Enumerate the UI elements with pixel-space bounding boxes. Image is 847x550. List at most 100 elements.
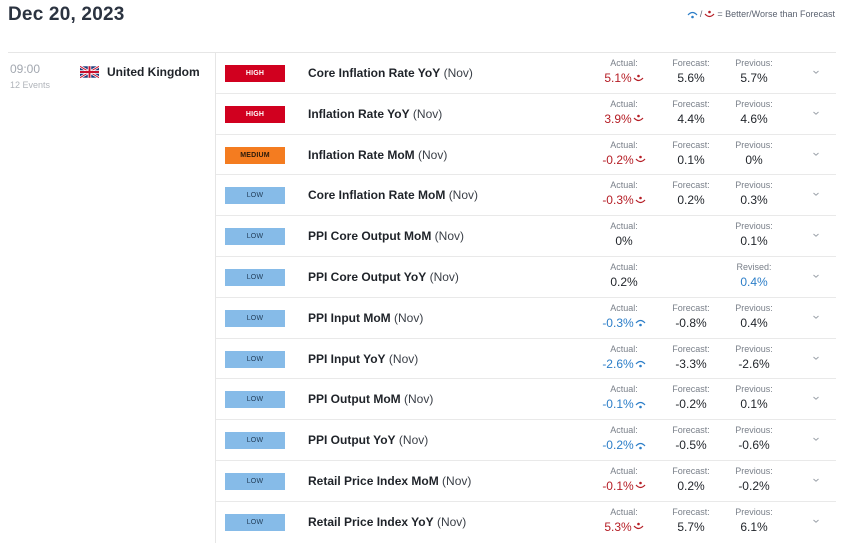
- actual-value: -0.1%: [602, 478, 634, 493]
- actual-value: 0.2%: [610, 274, 638, 289]
- actual-label: Actual:: [610, 506, 638, 517]
- actual-value: -0.1%: [602, 397, 634, 412]
- event-row[interactable]: LOW PPI Output YoY (Nov) Actual: -0.2% Forec…: [216, 420, 836, 461]
- event-row[interactable]: LOW PPI Output MoM (Nov) Actual: -0.1% Forec…: [216, 379, 836, 421]
- country-name: United Kingdom: [107, 65, 200, 79]
- previous-label: Previous:: [735, 465, 773, 476]
- chevron-down-icon[interactable]: [811, 312, 821, 322]
- forecast-stat: Forecast: -0.2%: [656, 384, 726, 413]
- event-row[interactable]: LOW Retail Price Index MoM (Nov) Actual: -0…: [216, 461, 836, 502]
- event-row[interactable]: MEDIUM Inflation Rate MoM (Nov) Actual: -0.…: [216, 135, 836, 176]
- previous-stat: Previous: -0.2%: [719, 466, 789, 495]
- actual-label: Actual:: [610, 465, 638, 476]
- forecast-stat: Forecast: -0.5%: [656, 425, 726, 454]
- previous-value: 4.6%: [740, 111, 768, 126]
- event-period: (Nov): [434, 229, 465, 244]
- actual-value-wrap: 3.9%: [604, 111, 644, 127]
- actual-stat: Actual: -0.3%: [589, 180, 659, 209]
- actual-label: Actual:: [610, 139, 638, 150]
- actual-label: Actual:: [610, 384, 638, 395]
- event-name[interactable]: Core Inflation Rate MoM (Nov): [308, 188, 478, 202]
- previous-stat: Previous: -2.6%: [719, 344, 789, 373]
- previous-label: Previous:: [735, 58, 773, 68]
- better-icon: [687, 11, 698, 18]
- actual-stat: Actual: -0.1%: [589, 466, 659, 495]
- previous-value: 5.7%: [740, 71, 768, 85]
- chevron-down-icon[interactable]: [811, 67, 821, 77]
- event-name[interactable]: PPI Output YoY (Nov): [308, 433, 428, 447]
- event-period: (Nov): [436, 514, 467, 529]
- event-name[interactable]: Retail Price Index YoY (Nov): [308, 515, 466, 529]
- event-name[interactable]: Inflation Rate YoY (Nov): [308, 107, 442, 121]
- event-row[interactable]: LOW PPI Core Output YoY (Nov) Actual: 0.2% R…: [216, 257, 836, 298]
- event-name[interactable]: Core Inflation Rate YoY (Nov): [308, 66, 473, 80]
- chevron-down-icon[interactable]: [811, 149, 821, 159]
- previous-value: -0.6%: [738, 438, 770, 453]
- previous-label: Previous:: [735, 139, 773, 150]
- worse-icon: [633, 74, 644, 81]
- forecast-stat: Forecast: 5.7%: [656, 507, 726, 536]
- chevron-down-icon[interactable]: [811, 189, 821, 199]
- event-title: PPI Output YoY: [308, 433, 396, 448]
- event-name[interactable]: PPI Core Output YoY (Nov): [308, 270, 459, 284]
- actual-value: 5.3%: [604, 519, 632, 534]
- chevron-down-icon[interactable]: [811, 434, 821, 444]
- event-name[interactable]: PPI Output MoM (Nov): [308, 392, 433, 406]
- event-period: (Nov): [394, 310, 424, 325]
- event-title: Retail Price Index MoM: [308, 473, 439, 488]
- event-name[interactable]: PPI Core Output MoM (Nov): [308, 229, 464, 243]
- actual-stat: Actual: -0.3%: [589, 303, 659, 332]
- event-row[interactable]: LOW PPI Input YoY (Nov) Actual: -2.6% Foreca…: [216, 339, 836, 380]
- event-name[interactable]: Inflation Rate MoM (Nov): [308, 148, 447, 162]
- event-period: (Nov): [429, 269, 459, 284]
- event-row[interactable]: LOW Core Inflation Rate MoM (Nov) Actual: -…: [216, 175, 836, 217]
- previous-stat: Previous: 6.1%: [719, 507, 789, 536]
- event-name[interactable]: Retail Price Index MoM (Nov): [308, 474, 471, 488]
- event-row[interactable]: HIGH Inflation Rate YoY (Nov) Actual: 3.9% F…: [216, 94, 836, 135]
- chevron-down-icon[interactable]: [811, 393, 821, 403]
- event-row[interactable]: LOW PPI Input MoM (Nov) Actual: -0.3% Foreca…: [216, 298, 836, 339]
- actual-value: -0.3%: [602, 193, 634, 208]
- event-row[interactable]: HIGH Core Inflation Rate YoY (Nov) Actual:…: [216, 53, 836, 94]
- worse-icon: [635, 482, 646, 489]
- forecast-label: Forecast:: [672, 302, 710, 313]
- forecast-label: Forecast:: [672, 425, 710, 436]
- previous-value: 0.4%: [740, 274, 768, 289]
- actual-value-wrap: -2.6%: [602, 356, 646, 372]
- event-name[interactable]: PPI Input MoM (Nov): [308, 311, 423, 325]
- forecast-value: -0.8%: [675, 315, 707, 330]
- event-name[interactable]: PPI Input YoY (Nov): [308, 352, 418, 366]
- chevron-down-icon[interactable]: [811, 271, 821, 281]
- previous-label: Previous:: [735, 302, 773, 313]
- worse-icon: [635, 196, 646, 203]
- actual-stat: Actual: 3.9%: [589, 99, 659, 128]
- actual-value: 0%: [615, 234, 633, 249]
- actual-value: -2.6%: [602, 356, 634, 371]
- event-title: Inflation Rate MoM: [308, 147, 415, 162]
- chevron-down-icon[interactable]: [811, 108, 821, 118]
- previous-value: -2.6%: [738, 356, 770, 371]
- previous-stat: Previous: 4.6%: [719, 99, 789, 128]
- legend: / = Better/Worse than Forecast: [687, 9, 835, 19]
- impact-badge: LOW: [225, 432, 285, 450]
- previous-stat: Previous: 0.3%: [719, 180, 789, 209]
- event-period: (Nov): [412, 106, 443, 121]
- event-period: (Nov): [404, 392, 434, 407]
- worse-icon: [635, 155, 646, 163]
- group-info: 09:00 12 Events United Kingdom: [8, 53, 215, 545]
- chevron-down-icon[interactable]: [811, 475, 821, 485]
- previous-label: Previous:: [735, 425, 773, 436]
- chevron-down-icon[interactable]: [811, 516, 821, 526]
- legend-separator: /: [699, 9, 703, 19]
- event-row[interactable]: LOW PPI Core Output MoM (Nov) Actual: 0% Pre…: [216, 216, 836, 257]
- event-time: 09:00: [10, 62, 41, 76]
- forecast-value: 0.1%: [677, 152, 705, 167]
- impact-badge: LOW: [225, 187, 285, 205]
- event-title: PPI Input YoY: [308, 351, 386, 366]
- chevron-down-icon[interactable]: [811, 230, 821, 240]
- impact-badge: LOW: [225, 309, 285, 327]
- event-row[interactable]: LOW Retail Price Index YoY (Nov) Actual: 5.…: [216, 502, 836, 543]
- chevron-down-icon[interactable]: [811, 353, 821, 363]
- previous-value: 0.1%: [740, 397, 768, 412]
- event-title: Core Inflation Rate YoY: [308, 66, 441, 80]
